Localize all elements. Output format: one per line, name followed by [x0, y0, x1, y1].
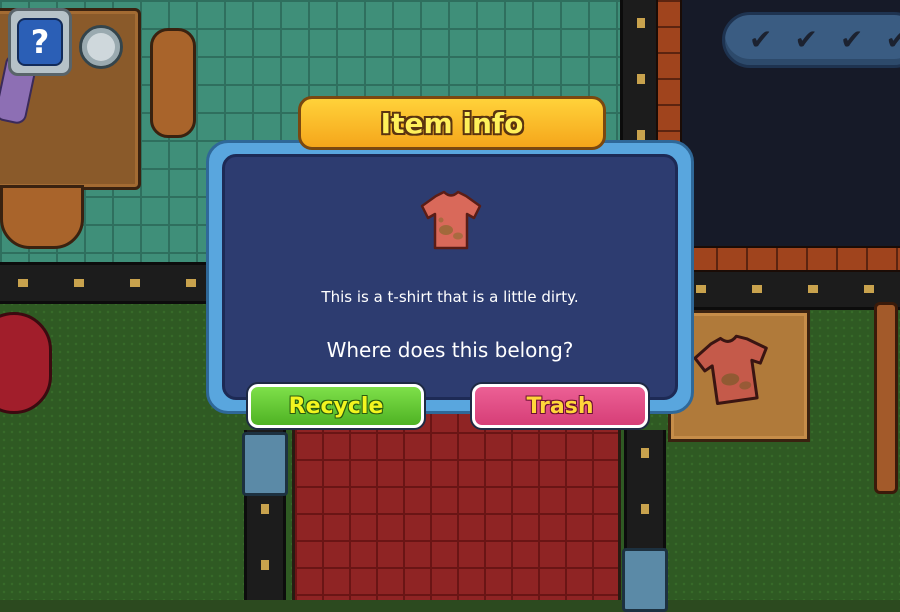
pipe-fixture	[622, 548, 668, 612]
chair	[0, 185, 84, 249]
brick-hallway-floor	[292, 405, 621, 600]
check-icon: ✔	[840, 27, 874, 53]
item-question: Where does this belong?	[206, 338, 694, 362]
dirty-tshirt-icon	[418, 190, 484, 252]
dirty-tshirt-item[interactable]	[689, 330, 778, 410]
dialog-title-banner: Item info	[298, 96, 606, 150]
check-icon: ✔	[886, 27, 900, 53]
game-scene: ? ✔ ✔ ✔ ✔ Item info This is a t-shirt th…	[0, 0, 900, 600]
bed-frame	[874, 302, 898, 494]
help-button[interactable]: ?	[8, 8, 72, 76]
check-icon: ✔	[795, 27, 829, 53]
check-icon: ✔	[749, 27, 783, 53]
trash-button[interactable]: Trash	[472, 384, 648, 428]
cup-icon	[79, 25, 123, 69]
item-info-dialog: Item info This is a t-shirt that is a li…	[206, 118, 694, 414]
dialog-title: Item info	[381, 107, 524, 140]
red-armchair	[0, 312, 52, 414]
pipe-fixture	[242, 432, 288, 496]
question-mark-icon: ?	[17, 18, 63, 66]
item-description: This is a t-shirt that is a little dirty…	[206, 288, 694, 306]
recycle-button[interactable]: Recycle	[248, 384, 424, 428]
chair	[150, 28, 196, 138]
progress-checks: ✔ ✔ ✔ ✔	[722, 12, 900, 68]
horizontal-wall-right	[678, 268, 900, 310]
